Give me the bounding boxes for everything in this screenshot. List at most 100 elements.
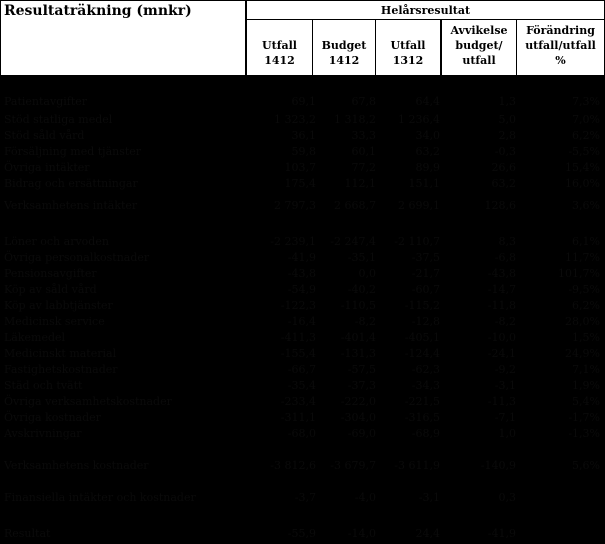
table-cell: 63,2	[415, 145, 441, 158]
table-row: Övriga personalkostnader -41,9 -35,1 -37,5 -…	[0, 250, 605, 266]
row-label: Köp av labbtjänster	[4, 299, 113, 312]
column-header-utfall-1412: Utfall 1412	[247, 20, 312, 75]
table-cell: -11,8	[487, 299, 516, 312]
row-label: Stöd statliga medel	[4, 113, 113, 126]
table-cell: 1,5%	[572, 331, 600, 344]
table-cell: -37,5	[411, 251, 440, 264]
table-cell: 60,1	[351, 145, 377, 158]
table-cell: 16,0%	[565, 177, 600, 190]
table-cell: 2,8	[498, 129, 517, 142]
row-label: Övriga verksamhetskostnader	[4, 395, 172, 408]
table-cell: -122,3	[280, 299, 316, 312]
table-cell: 6,2%	[572, 299, 600, 312]
column-header-budget-1412: Budget 1412	[313, 20, 375, 75]
table-cell: -411,3	[280, 331, 316, 344]
row-label: Övriga intäkter	[4, 161, 90, 174]
table-cell: -9,2	[494, 363, 516, 376]
table-cell: -41,9	[487, 527, 516, 540]
table-cell: -2 247,4	[330, 235, 376, 248]
row-label: Fastighetskostnader	[4, 363, 118, 376]
table-cell: -68,0	[287, 427, 316, 440]
table-cell: 24,4	[415, 527, 441, 540]
table-row: Finansiella intäkter och kostnader -3,7 -4…	[0, 490, 605, 506]
table-cell: -11,3	[487, 395, 516, 408]
table-cell: 7,3%	[572, 95, 600, 108]
row-label: Finansiella intäkter och kostnader	[4, 491, 196, 504]
row-label: Resultat	[4, 527, 51, 540]
table-cell: 7,1%	[572, 363, 600, 376]
row-label: Köp av såld vård	[4, 283, 97, 296]
table-cell: -3 611,9	[394, 459, 440, 472]
table-cell: 1 236,4	[398, 113, 440, 126]
table-cell: -35,1	[347, 251, 376, 264]
table-row: Läkemedel -411,3 -401,4 -405,1 -10,0 1,5%	[0, 330, 605, 346]
table-cell: 67,8	[351, 95, 377, 108]
table-row: Pensionsavgifter -43,8 0,0 -21,7 -43,8 101,7%	[0, 266, 605, 282]
row-label: Patientavgifter	[4, 95, 88, 108]
table-row: Verksamhetens kostnader -3 812,6 -3 679,7 -…	[0, 458, 605, 474]
table-cell: -131,3	[340, 347, 376, 360]
row-label: Pensionsavgifter	[4, 267, 97, 280]
table-cell: 11,7%	[565, 251, 600, 264]
table-cell: -3 679,7	[330, 459, 376, 472]
table-cell: 101,7%	[558, 267, 600, 280]
table-cell: -35,4	[287, 379, 316, 392]
table-cell: -62,3	[411, 363, 440, 376]
table-cell: -233,4	[280, 395, 316, 408]
table-row: Stöd statliga medel 1 323,2 1 318,2 1 236,4…	[0, 112, 605, 128]
table-cell: -115,2	[404, 299, 440, 312]
table-cell: 36,1	[291, 129, 317, 142]
table-cell: -3,1	[494, 379, 516, 392]
table-row: Försäljning med tjänster 59,8 60,1 63,2 -0,3…	[0, 144, 605, 160]
table-row: Avskrivningar -68,0 -69,0 -68,9 1,0 -1,3%	[0, 426, 605, 442]
table-cell: 1 323,2	[274, 113, 316, 126]
table-cell: -3 812,6	[270, 459, 316, 472]
column-header-avvikelse: Avvikelse budget/ utfall	[442, 20, 516, 75]
table-row: Köp av labbtjänster -122,3 -110,5 -115,2 -11…	[0, 298, 605, 314]
table-cell: -37,3	[347, 379, 376, 392]
column-header-forandring: Förändring utfall/utfall %	[517, 20, 604, 75]
table-cell: -304,0	[340, 411, 376, 424]
column-header-utfall-1312: Utfall 1312	[376, 20, 440, 75]
table-cell: 1,3	[498, 95, 517, 108]
table-cell: 2 668,7	[334, 199, 376, 212]
table-row: Löner och arvoden -2 239,1 -2 247,4 -2 110,…	[0, 234, 605, 250]
table-cell: 5,6%	[572, 459, 600, 472]
table-cell: -401,4	[340, 331, 376, 344]
table-row: Medicinskt material -155,4 -131,3 -124,4 -24…	[0, 346, 605, 362]
table-cell: 33,3	[351, 129, 377, 142]
table-cell: -16,4	[287, 315, 316, 328]
table-cell: -40,2	[347, 283, 376, 296]
table-cell: -43,8	[287, 267, 316, 280]
table-cell: -2 110,7	[394, 235, 440, 248]
table-cell: 128,6	[484, 199, 517, 212]
row-label: Medicinsk service	[4, 315, 105, 328]
row-label: Verksamhetens kostnader	[4, 459, 149, 472]
table-cell: -34,3	[411, 379, 440, 392]
table-cell: 3,6%	[572, 199, 600, 212]
table-cell: 1 318,2	[334, 113, 376, 126]
table-cell: 77,2	[351, 161, 377, 174]
row-label: Bidrag och ersättningar	[4, 177, 138, 190]
table-cell: 0,3	[498, 491, 517, 504]
table-row: Medicinsk service -16,4 -8,2 -12,8 -8,2 28,0%	[0, 314, 605, 330]
table-cell: -12,8	[411, 315, 440, 328]
table-cell: -316,5	[404, 411, 440, 424]
table-cell: -311,1	[280, 411, 316, 424]
row-label: Försäljning med tjänster	[4, 145, 142, 158]
table-cell: -68,9	[411, 427, 440, 440]
table-cell: -110,5	[340, 299, 376, 312]
table-cell: -69,0	[347, 427, 376, 440]
table-row: Övriga intäkter 103,7 77,2 89,9 26,6 15,4%	[0, 160, 605, 176]
table-row: Köp av såld vård -54,9 -40,2 -60,7 -14,7 -9,5…	[0, 282, 605, 298]
row-label: Övriga personalkostnader	[4, 251, 150, 264]
table-cell: 1,9%	[572, 379, 600, 392]
table-cell: -3,7	[294, 491, 316, 504]
table-cell: -4,0	[354, 491, 376, 504]
table-cell: 26,6	[491, 161, 517, 174]
table-row: Bidrag och ersättningar 175,4 112,1 151,1 63…	[0, 176, 605, 192]
table-cell: 8,3	[498, 235, 517, 248]
row-label: Läkemedel	[4, 331, 66, 344]
table-cell: 5,4%	[572, 395, 600, 408]
table-cell: -6,8	[494, 251, 516, 264]
